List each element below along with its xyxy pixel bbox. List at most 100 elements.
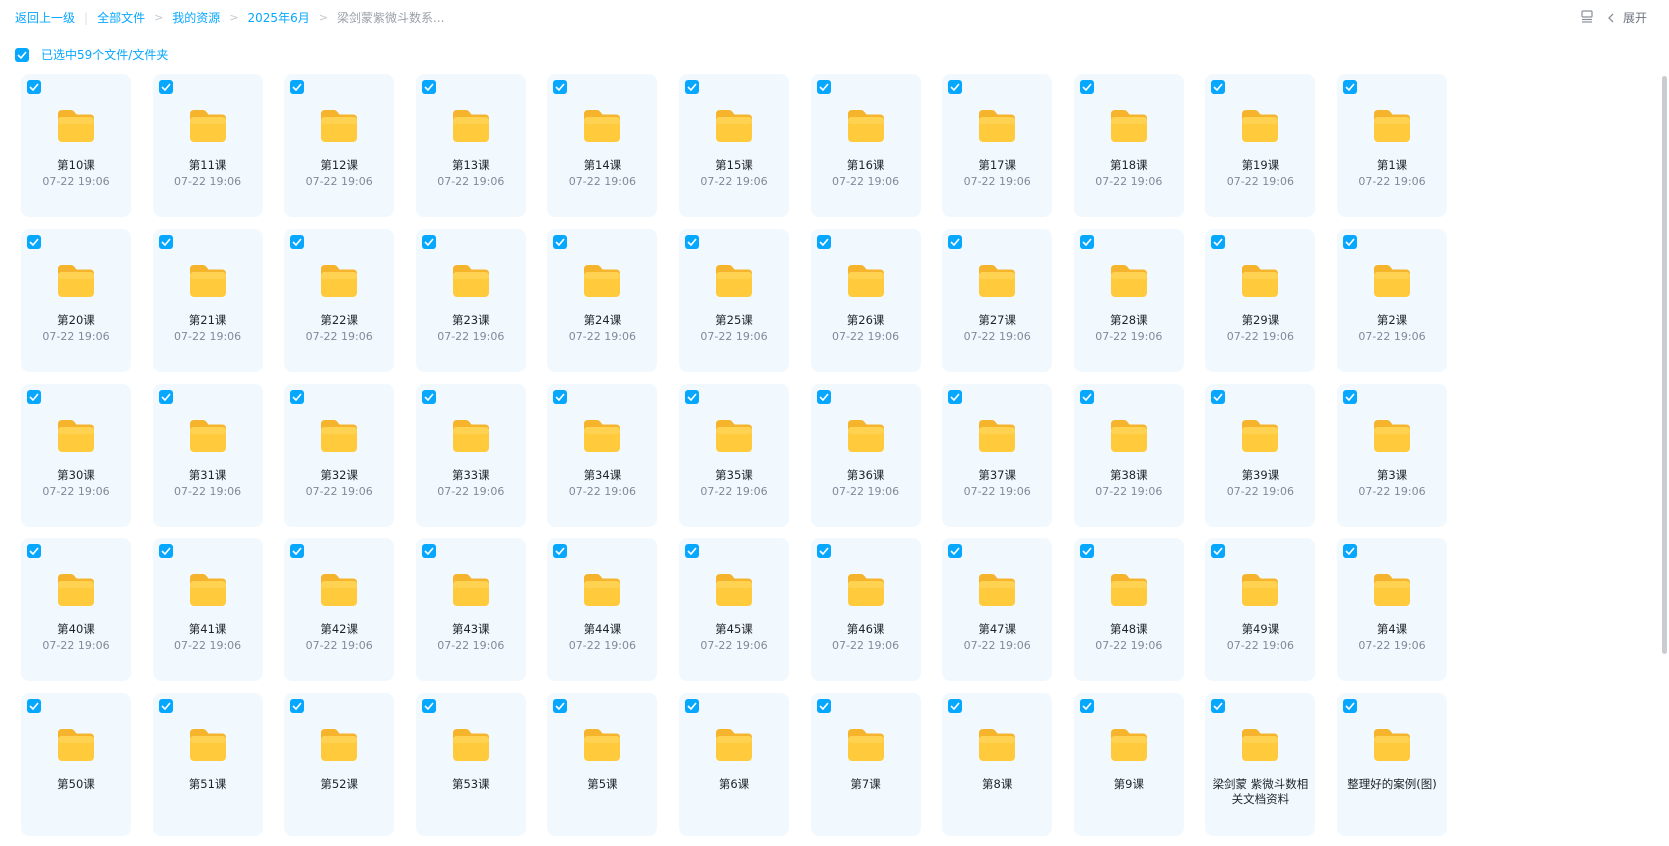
folder-card[interactable]: 第24课 07-22 19:06 bbox=[547, 228, 658, 372]
folder-card[interactable]: 第35课 07-22 19:06 bbox=[679, 383, 789, 527]
folder-card[interactable]: 第43课 07-22 19:06 bbox=[415, 538, 526, 682]
folder-card[interactable]: 第38课 07-22 19:06 bbox=[1073, 383, 1184, 527]
folder-checkbox[interactable] bbox=[553, 544, 568, 559]
folder-card[interactable]: 第52课 bbox=[284, 693, 395, 837]
folder-checkbox[interactable] bbox=[685, 80, 699, 94]
folder-checkbox[interactable] bbox=[158, 389, 173, 404]
folder-checkbox[interactable] bbox=[27, 389, 41, 404]
folder-card[interactable]: 第44课 07-22 19:06 bbox=[547, 538, 658, 682]
folder-checkbox[interactable] bbox=[421, 389, 436, 404]
folder-card[interactable]: 第47课 07-22 19:06 bbox=[942, 538, 1053, 682]
folder-card[interactable]: 第34课 07-22 19:06 bbox=[547, 383, 658, 527]
folder-card[interactable]: 第45课 07-22 19:06 bbox=[679, 538, 789, 682]
folder-checkbox[interactable] bbox=[27, 544, 41, 559]
folder-checkbox[interactable] bbox=[816, 80, 831, 94]
folder-checkbox[interactable] bbox=[1343, 234, 1357, 249]
folder-card[interactable]: 第28课 07-22 19:06 bbox=[1073, 228, 1184, 372]
folder-card[interactable]: 第29课 07-22 19:06 bbox=[1205, 228, 1316, 372]
folder-checkbox[interactable] bbox=[948, 544, 963, 559]
folder-checkbox[interactable] bbox=[1343, 699, 1357, 714]
folder-checkbox[interactable] bbox=[948, 80, 963, 94]
folder-card[interactable]: 第13课 07-22 19:06 bbox=[415, 74, 526, 217]
folder-card[interactable]: 第39课 07-22 19:06 bbox=[1205, 383, 1316, 527]
folder-checkbox[interactable] bbox=[948, 699, 963, 714]
folder-card[interactable]: 第46课 07-22 19:06 bbox=[810, 538, 921, 682]
folder-card[interactable]: 第36课 07-22 19:06 bbox=[810, 383, 921, 527]
folder-card[interactable]: 第27课 07-22 19:06 bbox=[942, 228, 1053, 372]
folder-checkbox[interactable] bbox=[948, 389, 963, 404]
folder-card[interactable]: 第19课 07-22 19:06 bbox=[1205, 74, 1316, 217]
folder-checkbox[interactable] bbox=[1211, 389, 1226, 404]
folder-checkbox[interactable] bbox=[685, 389, 699, 404]
folder-card[interactable]: 第12课 07-22 19:06 bbox=[284, 74, 395, 217]
folder-card[interactable]: 第9课 bbox=[1073, 693, 1184, 837]
folder-card[interactable]: 第53课 bbox=[415, 693, 526, 837]
folder-checkbox[interactable] bbox=[27, 234, 41, 249]
folder-checkbox[interactable] bbox=[1343, 544, 1357, 559]
folder-card[interactable]: 第41课 07-22 19:06 bbox=[152, 538, 263, 682]
folder-card[interactable]: 第10课 07-22 19:06 bbox=[21, 74, 131, 217]
folder-card[interactable]: 第20课 07-22 19:06 bbox=[21, 228, 131, 372]
folder-card[interactable]: 第33课 07-22 19:06 bbox=[415, 383, 526, 527]
folder-checkbox[interactable] bbox=[1211, 80, 1226, 94]
folder-card[interactable]: 第3课 07-22 19:06 bbox=[1337, 383, 1447, 527]
folder-checkbox[interactable] bbox=[27, 80, 41, 94]
folder-checkbox[interactable] bbox=[553, 699, 568, 714]
folder-checkbox[interactable] bbox=[290, 544, 305, 559]
folder-checkbox[interactable] bbox=[421, 80, 436, 94]
folder-card[interactable]: 第14课 07-22 19:06 bbox=[547, 74, 658, 217]
folder-card[interactable]: 第51课 bbox=[152, 693, 263, 837]
folder-card[interactable]: 第30课 07-22 19:06 bbox=[21, 383, 131, 527]
folder-checkbox[interactable] bbox=[816, 389, 831, 404]
folder-card[interactable]: 第6课 bbox=[679, 693, 789, 837]
folder-checkbox[interactable] bbox=[1079, 80, 1094, 94]
folder-card[interactable]: 第42课 07-22 19:06 bbox=[284, 538, 395, 682]
folder-checkbox[interactable] bbox=[158, 80, 173, 94]
folder-checkbox[interactable] bbox=[1343, 80, 1357, 94]
folder-card[interactable]: 梁剑蒙 紫微斗数相关文档资料 bbox=[1205, 693, 1316, 837]
folder-card[interactable]: 第4课 07-22 19:06 bbox=[1337, 538, 1447, 682]
folder-card[interactable]: 第16课 07-22 19:06 bbox=[810, 74, 921, 217]
folder-checkbox[interactable] bbox=[290, 80, 305, 94]
folder-checkbox[interactable] bbox=[948, 234, 963, 249]
folder-checkbox[interactable] bbox=[685, 234, 699, 249]
folder-checkbox[interactable] bbox=[421, 699, 436, 714]
folder-card[interactable]: 第37课 07-22 19:06 bbox=[942, 383, 1053, 527]
folder-checkbox[interactable] bbox=[1079, 234, 1094, 249]
folder-card[interactable]: 第17课 07-22 19:06 bbox=[942, 74, 1053, 217]
folder-checkbox[interactable] bbox=[816, 699, 831, 714]
folder-card[interactable]: 第22课 07-22 19:06 bbox=[284, 228, 395, 372]
folder-checkbox[interactable] bbox=[1079, 389, 1094, 404]
folder-checkbox[interactable] bbox=[290, 389, 305, 404]
folder-card[interactable]: 第15课 07-22 19:06 bbox=[679, 74, 789, 217]
folder-checkbox[interactable] bbox=[1211, 234, 1226, 249]
folder-card[interactable]: 第50课 bbox=[21, 693, 131, 837]
folder-checkbox[interactable] bbox=[1211, 699, 1226, 714]
folder-card[interactable]: 第23课 07-22 19:06 bbox=[415, 228, 526, 372]
folder-card[interactable]: 第2课 07-22 19:06 bbox=[1337, 228, 1447, 372]
folder-checkbox[interactable] bbox=[1211, 544, 1226, 559]
folder-checkbox[interactable] bbox=[158, 699, 173, 714]
folder-card[interactable]: 第1课 07-22 19:06 bbox=[1337, 74, 1447, 217]
folder-checkbox[interactable] bbox=[1079, 544, 1094, 559]
folder-checkbox[interactable] bbox=[158, 234, 173, 249]
folder-card[interactable]: 第25课 07-22 19:06 bbox=[679, 228, 789, 372]
folder-checkbox[interactable] bbox=[421, 544, 436, 559]
folder-card[interactable]: 第26课 07-22 19:06 bbox=[810, 228, 921, 372]
folder-checkbox[interactable] bbox=[158, 544, 173, 559]
folder-card[interactable]: 第49课 07-22 19:06 bbox=[1205, 538, 1316, 682]
folder-checkbox[interactable] bbox=[290, 699, 305, 714]
folder-checkbox[interactable] bbox=[1343, 389, 1357, 404]
folder-checkbox[interactable] bbox=[816, 234, 831, 249]
folder-checkbox[interactable] bbox=[27, 699, 41, 714]
folder-card[interactable]: 第40课 07-22 19:06 bbox=[21, 538, 131, 682]
folder-card[interactable]: 第32课 07-22 19:06 bbox=[284, 383, 395, 527]
folder-checkbox[interactable] bbox=[553, 234, 568, 249]
folder-checkbox[interactable] bbox=[685, 699, 699, 714]
scrollbar[interactable] bbox=[1662, 76, 1667, 654]
folder-card[interactable]: 第21课 07-22 19:06 bbox=[152, 228, 263, 372]
folder-card[interactable]: 第5课 bbox=[547, 693, 658, 837]
folder-checkbox[interactable] bbox=[1079, 699, 1094, 714]
folder-card[interactable]: 第7课 bbox=[810, 693, 921, 837]
folder-checkbox[interactable] bbox=[553, 80, 568, 94]
